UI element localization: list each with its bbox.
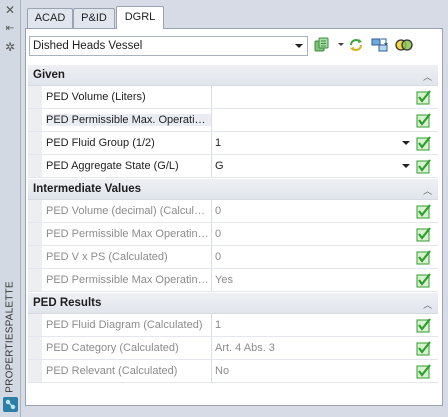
column-divider	[211, 86, 212, 108]
chevron-down-icon[interactable]	[402, 164, 410, 168]
column-divider	[211, 360, 212, 382]
check-icon[interactable]	[416, 158, 432, 174]
row-gutter	[28, 132, 42, 154]
properties-panel: Dished Heads Vessel Given ︿ PED Volume (…	[25, 28, 443, 406]
property-label: PED Permissible Max Operating ...	[46, 274, 211, 286]
property-label: PED Volume (decimal) (Calculate...	[46, 205, 211, 217]
property-row[interactable]: PED Permissible Max. Operating...	[28, 109, 438, 132]
gear-icon[interactable]: ✲	[3, 40, 17, 54]
property-label: PED Category (Calculated)	[46, 342, 179, 354]
close-icon[interactable]: ✕	[3, 3, 17, 17]
property-value[interactable]: G	[215, 160, 395, 172]
chevron-down-icon	[295, 44, 303, 48]
check-icon[interactable]	[416, 135, 432, 151]
chevron-up-icon[interactable]: ︿	[423, 70, 432, 83]
property-row[interactable]: PED Aggregate State (G/L) G	[28, 155, 438, 178]
column-divider	[211, 223, 212, 245]
chevron-up-icon[interactable]: ︿	[423, 184, 432, 197]
row-gutter	[28, 314, 42, 336]
column-divider	[211, 246, 212, 268]
quick-select-dropdown-icon[interactable]	[338, 43, 344, 46]
row-gutter	[28, 109, 42, 131]
section-title: PED Results	[33, 297, 102, 309]
quick-select-icon[interactable]	[314, 37, 330, 53]
property-row[interactable]: PED Fluid Diagram (Calculated) 1	[28, 314, 438, 337]
property-value: 0	[215, 205, 222, 217]
check-icon[interactable]	[416, 340, 432, 356]
chevron-up-icon[interactable]: ︿	[423, 298, 432, 311]
column-divider	[211, 269, 212, 291]
chevron-down-icon[interactable]	[402, 141, 410, 145]
property-row[interactable]: PED V x PS (Calculated) 0	[28, 246, 438, 269]
row-gutter	[28, 269, 42, 291]
tab-pid[interactable]: P&ID	[73, 8, 115, 28]
property-row[interactable]: PED Volume (Liters)	[28, 86, 438, 109]
column-divider	[211, 337, 212, 359]
property-label: PED Permissible Max Operating ...	[46, 228, 211, 240]
property-value[interactable]: 1	[215, 137, 395, 149]
row-gutter	[28, 86, 42, 108]
property-value: Art. 4 Abs. 3	[215, 342, 275, 354]
row-gutter	[28, 200, 42, 222]
property-row[interactable]: PED Permissible Max Operating ... Yes	[28, 269, 438, 292]
section-title: Intermediate Values	[33, 183, 142, 195]
check-icon[interactable]	[416, 272, 432, 288]
tab-acad[interactable]: ACAD	[27, 8, 73, 28]
section-title: Given	[33, 69, 65, 81]
row-gutter	[28, 246, 42, 268]
row-gutter	[28, 155, 42, 177]
property-label: PED V x PS (Calculated)	[46, 251, 168, 263]
check-icon[interactable]	[416, 89, 432, 105]
property-label: PED Aggregate State (G/L)	[46, 160, 179, 172]
property-value: No	[215, 365, 230, 377]
row-gutter	[28, 337, 42, 359]
check-icon[interactable]	[416, 226, 432, 242]
property-value: 1	[215, 319, 222, 331]
property-row[interactable]: PED Relevant (Calculated) No	[28, 360, 438, 383]
property-label: PED Volume (Liters)	[46, 91, 146, 103]
property-row[interactable]: PED Permissible Max Operating ... 0	[28, 223, 438, 246]
property-label: PED Relevant (Calculated)	[46, 365, 178, 377]
palette-side-strip: ✕ ⇤ ✲ PROPERTIESPALETTE	[0, 0, 21, 417]
object-selector[interactable]: Dished Heads Vessel	[29, 36, 308, 56]
property-label: PED Fluid Group (1/2)	[46, 137, 155, 149]
toggle-view-icon[interactable]	[395, 37, 413, 53]
section-given[interactable]: Given ︿	[28, 65, 438, 86]
check-icon[interactable]	[416, 363, 432, 379]
export-icon[interactable]	[371, 37, 389, 53]
row-gutter	[28, 223, 42, 245]
column-divider	[211, 155, 212, 177]
check-icon[interactable]	[416, 112, 432, 128]
pin-icon[interactable]: ⇤	[3, 22, 17, 36]
row-gutter	[28, 360, 42, 382]
section-ped-results[interactable]: PED Results ︿	[28, 293, 438, 314]
check-icon[interactable]	[416, 249, 432, 265]
object-selector-value: Dished Heads Vessel	[33, 40, 143, 52]
column-divider	[211, 314, 212, 336]
refresh-icon[interactable]	[348, 37, 364, 53]
palette-logo-icon[interactable]	[3, 397, 18, 412]
check-icon[interactable]	[416, 317, 432, 333]
property-value: Yes	[215, 274, 233, 286]
check-icon[interactable]	[416, 203, 432, 219]
property-value: 0	[215, 228, 222, 240]
column-divider	[211, 132, 212, 154]
property-row[interactable]: PED Fluid Group (1/2) 1	[28, 132, 438, 155]
property-label: PED Permissible Max. Operating...	[46, 114, 211, 126]
panel-toolbar: Dished Heads Vessel	[26, 29, 442, 63]
column-divider	[211, 200, 212, 222]
tab-dgrl[interactable]: DGRL	[116, 6, 164, 29]
property-label: PED Fluid Diagram (Calculated)	[46, 319, 203, 331]
section-intermediate-values[interactable]: Intermediate Values ︿	[28, 179, 438, 200]
property-row[interactable]: PED Volume (decimal) (Calculate... 0	[28, 200, 438, 223]
property-value: 0	[215, 251, 222, 263]
column-divider	[211, 109, 212, 131]
palette-title: PROPERTIESPALETTE	[4, 281, 16, 393]
property-row[interactable]: PED Category (Calculated) Art. 4 Abs. 3	[28, 337, 438, 360]
